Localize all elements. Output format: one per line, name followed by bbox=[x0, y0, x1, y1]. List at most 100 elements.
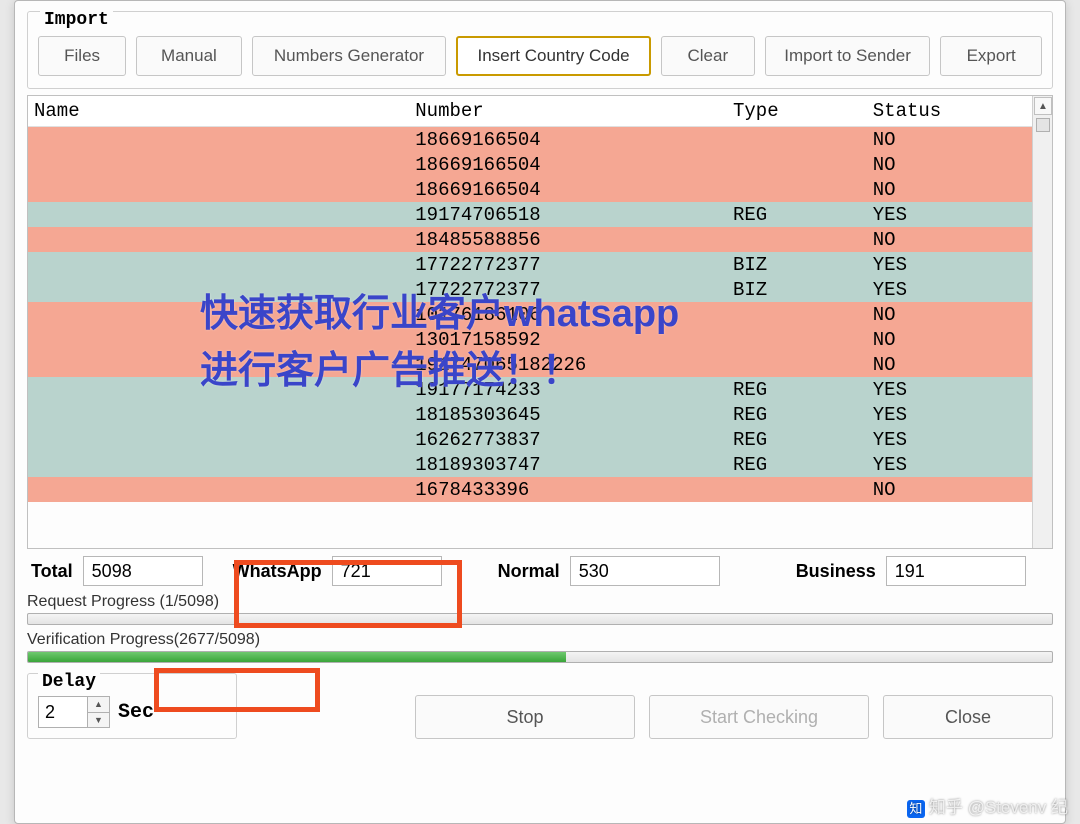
cell-number: 10176186106 bbox=[409, 302, 727, 327]
stop-button[interactable]: Stop bbox=[415, 695, 635, 739]
import-group: Import Files Manual Numbers Generator In… bbox=[27, 11, 1053, 89]
manual-button[interactable]: Manual bbox=[136, 36, 242, 76]
cell-type bbox=[727, 327, 867, 352]
cell-name bbox=[28, 127, 409, 153]
total-label: Total bbox=[27, 561, 77, 582]
table-row[interactable]: 16262773837REGYES bbox=[28, 427, 1032, 452]
business-value: 191 bbox=[886, 556, 1026, 586]
start-checking-button[interactable]: Start Checking bbox=[649, 695, 869, 739]
table-row[interactable]: 18185303645REGYES bbox=[28, 402, 1032, 427]
scroll-thumb[interactable] bbox=[1036, 118, 1050, 132]
cell-name bbox=[28, 202, 409, 227]
normal-value: 530 bbox=[570, 556, 720, 586]
cell-name bbox=[28, 302, 409, 327]
results-table: Name Number Type Status 18669166504 NO 186… bbox=[28, 96, 1032, 502]
results-table-scroll[interactable]: Name Number Type Status 18669166504 NO 186… bbox=[28, 96, 1032, 548]
cell-type bbox=[727, 227, 867, 252]
cell-status: NO bbox=[867, 227, 1032, 252]
cell-name bbox=[28, 452, 409, 477]
delay-spinner[interactable]: ▲ ▼ bbox=[38, 696, 110, 728]
cell-type: REG bbox=[727, 402, 867, 427]
verification-progress-fill bbox=[28, 652, 566, 662]
cell-type bbox=[727, 352, 867, 377]
request-progress-label: Request Progress (1/5098) bbox=[27, 593, 1053, 611]
spinner-down-icon[interactable]: ▼ bbox=[88, 713, 109, 728]
cell-status: NO bbox=[867, 477, 1032, 502]
close-button[interactable]: Close bbox=[883, 695, 1053, 739]
cell-status: NO bbox=[867, 352, 1032, 377]
main-window: Import Files Manual Numbers Generator In… bbox=[14, 0, 1066, 824]
business-label: Business bbox=[792, 561, 880, 582]
cell-status: NO bbox=[867, 327, 1032, 352]
cell-status: YES bbox=[867, 252, 1032, 277]
cell-name bbox=[28, 477, 409, 502]
spinner-up-icon[interactable]: ▲ bbox=[88, 697, 109, 713]
numbers-generator-button[interactable]: Numbers Generator bbox=[252, 36, 447, 76]
cell-type: REG bbox=[727, 427, 867, 452]
cell-number: 18669166504 bbox=[409, 177, 727, 202]
table-row[interactable]: 17722772377BIZYES bbox=[28, 277, 1032, 302]
col-header-name[interactable]: Name bbox=[28, 96, 409, 127]
cell-name bbox=[28, 177, 409, 202]
table-row[interactable]: 17722772377BIZYES bbox=[28, 252, 1032, 277]
cell-type: BIZ bbox=[727, 252, 867, 277]
cell-status: NO bbox=[867, 302, 1032, 327]
cell-type: REG bbox=[727, 202, 867, 227]
files-button[interactable]: Files bbox=[38, 36, 126, 76]
cell-type: REG bbox=[727, 377, 867, 402]
table-row[interactable]: 18485588856 NO bbox=[28, 227, 1032, 252]
cell-name bbox=[28, 227, 409, 252]
cell-number: 18669166504 bbox=[409, 152, 727, 177]
table-row[interactable]: 19177174233REGYES bbox=[28, 377, 1032, 402]
import-to-sender-button[interactable]: Import to Sender bbox=[765, 36, 931, 76]
clear-button[interactable]: Clear bbox=[661, 36, 755, 76]
export-button[interactable]: Export bbox=[940, 36, 1042, 76]
cell-status: YES bbox=[867, 202, 1032, 227]
cell-status: NO bbox=[867, 127, 1032, 153]
cell-name bbox=[28, 377, 409, 402]
insert-country-code-button[interactable]: Insert Country Code bbox=[456, 36, 651, 76]
cell-status: YES bbox=[867, 427, 1032, 452]
import-toolbar: Files Manual Numbers Generator Insert Co… bbox=[38, 36, 1042, 76]
cell-number: 17722772377 bbox=[409, 277, 727, 302]
scroll-up-icon[interactable]: ▲ bbox=[1034, 97, 1052, 115]
delay-group: Delay ▲ ▼ Sec bbox=[27, 673, 237, 739]
table-vertical-scrollbar[interactable]: ▲ bbox=[1032, 96, 1052, 548]
cell-number: 18485588856 bbox=[409, 227, 727, 252]
delay-unit: Sec bbox=[118, 701, 154, 724]
table-row[interactable]: 19174706518REGYES bbox=[28, 202, 1032, 227]
cell-number: 19177174233 bbox=[409, 377, 727, 402]
request-progress-bar bbox=[27, 613, 1053, 625]
table-row[interactable]: 18669166504 NO bbox=[28, 177, 1032, 202]
cell-name bbox=[28, 427, 409, 452]
cell-status: NO bbox=[867, 177, 1032, 202]
table-row[interactable]: 1678433396NO bbox=[28, 477, 1032, 502]
cell-type: REG bbox=[727, 452, 867, 477]
normal-label: Normal bbox=[494, 561, 564, 582]
table-row[interactable]: 10176186106 NO bbox=[28, 302, 1032, 327]
table-row[interactable]: 18669166504 NO bbox=[28, 152, 1032, 177]
cell-name bbox=[28, 402, 409, 427]
cell-name bbox=[28, 277, 409, 302]
col-header-number[interactable]: Number bbox=[409, 96, 727, 127]
cell-status: YES bbox=[867, 377, 1032, 402]
col-header-type[interactable]: Type bbox=[727, 96, 867, 127]
cell-number: 17722772377 bbox=[409, 252, 727, 277]
cell-number: 18189303747 bbox=[409, 452, 727, 477]
delay-input[interactable] bbox=[39, 697, 87, 727]
cell-name bbox=[28, 152, 409, 177]
table-row[interactable]: 191747065182226NO bbox=[28, 352, 1032, 377]
cell-type bbox=[727, 152, 867, 177]
whatsapp-value: 721 bbox=[332, 556, 442, 586]
cell-status: YES bbox=[867, 402, 1032, 427]
table-row[interactable]: 18189303747REGYES bbox=[28, 452, 1032, 477]
table-row[interactable]: 13017158592NO bbox=[28, 327, 1032, 352]
table-row[interactable]: 18669166504NO bbox=[28, 127, 1032, 153]
cell-status: YES bbox=[867, 277, 1032, 302]
col-header-status[interactable]: Status bbox=[867, 96, 1032, 127]
cell-type bbox=[727, 177, 867, 202]
cell-status: NO bbox=[867, 152, 1032, 177]
cell-name bbox=[28, 252, 409, 277]
cell-name bbox=[28, 352, 409, 377]
results-table-wrap: Name Number Type Status 18669166504 NO 186… bbox=[27, 95, 1053, 549]
